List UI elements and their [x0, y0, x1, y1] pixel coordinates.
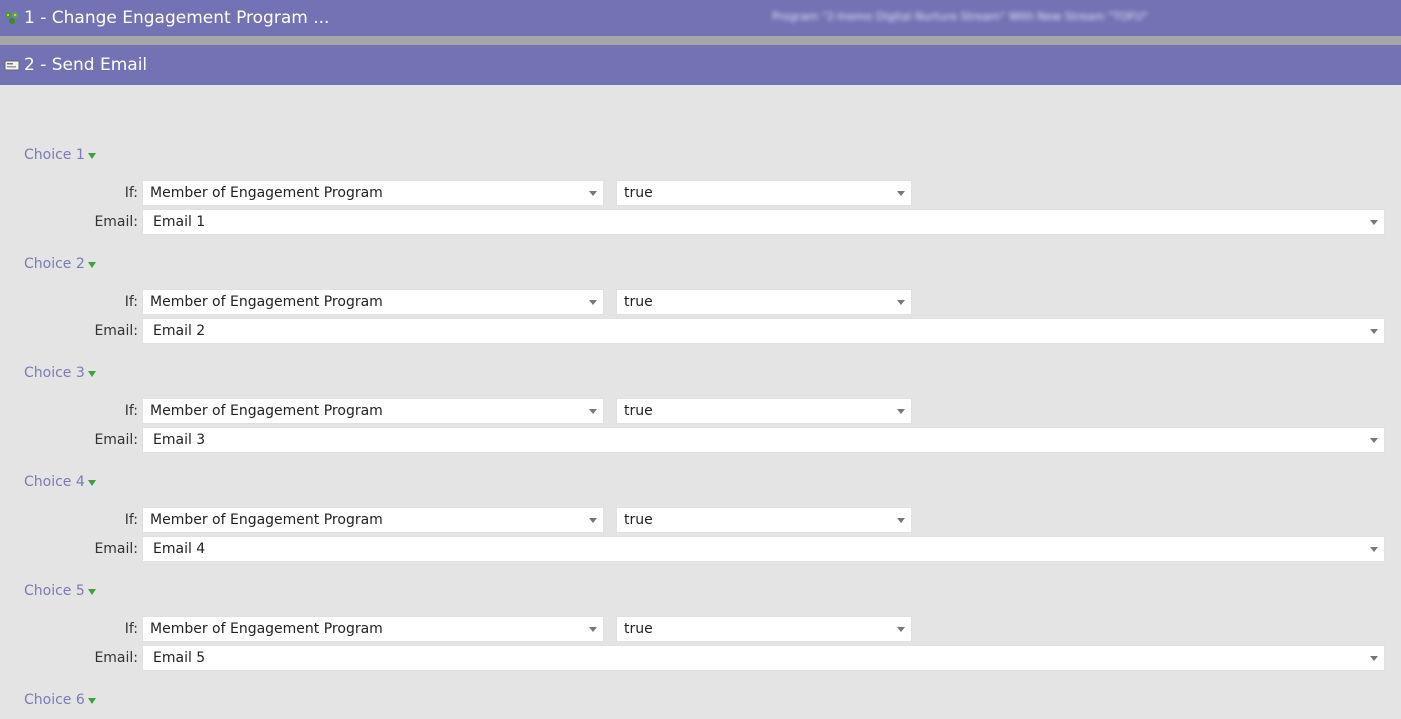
chevron-down-icon — [897, 191, 905, 196]
chevron-down-icon — [589, 518, 597, 523]
expand-triangle-icon — [87, 262, 96, 268]
choice-block: Choice 3 If: Member of Engagement Progra… — [24, 365, 1385, 474]
email-value: Email 5 — [153, 650, 206, 666]
choice-title: Choice 3 — [24, 365, 85, 381]
chevron-down-icon — [1370, 547, 1378, 552]
condition-value: Member of Engagement Program — [150, 512, 383, 528]
email-select[interactable]: Email 1 — [142, 209, 1385, 235]
chevron-down-icon — [1370, 438, 1378, 443]
condition-select[interactable]: Member of Engagement Program — [142, 398, 604, 424]
value-select[interactable]: true — [616, 289, 912, 315]
email-select[interactable]: Email 3 — [142, 427, 1385, 453]
choice-toggle[interactable]: Choice 1 — [24, 147, 96, 163]
condition-value: Member of Engagement Program — [150, 403, 383, 419]
chevron-down-icon — [589, 300, 597, 305]
expand-triangle-icon — [87, 480, 96, 486]
expand-triangle-icon — [87, 371, 96, 377]
condition-value: Member of Engagement Program — [150, 185, 383, 201]
condition-select[interactable]: Member of Engagement Program — [142, 289, 604, 315]
value-text: true — [624, 403, 653, 419]
email-value: Email 4 — [153, 541, 206, 557]
chevron-down-icon — [589, 409, 597, 414]
expand-triangle-icon — [87, 153, 96, 159]
email-value: Email 2 — [153, 323, 206, 339]
choice-toggle[interactable]: Choice 6 — [24, 692, 96, 708]
value-select[interactable]: true — [616, 398, 912, 424]
email-select[interactable]: Email 4 — [142, 536, 1385, 562]
choice-title: Choice 5 — [24, 583, 85, 599]
if-label: If: — [124, 185, 138, 201]
email-value: Email 3 — [153, 432, 206, 448]
choice-block: Choice 1 If: Member of Engagement Progra… — [24, 147, 1385, 256]
if-label: If: — [124, 621, 138, 637]
condition-select[interactable]: Member of Engagement Program — [142, 616, 604, 642]
email-value: Email 1 — [153, 214, 206, 230]
choice-title: Choice 4 — [24, 474, 85, 490]
choice-block: Choice 5 If: Member of Engagement Progra… — [24, 583, 1385, 692]
chevron-down-icon — [1370, 656, 1378, 661]
choice-block: Choice 6 — [24, 692, 1385, 716]
step-2-title: 2 - Send Email — [24, 55, 148, 75]
chevron-down-icon — [897, 518, 905, 523]
step-1-header[interactable]: 1 - Change Engagement Program ... Progra… — [0, 0, 1401, 36]
if-label: If: — [124, 512, 138, 528]
condition-select[interactable]: Member of Engagement Program — [142, 507, 604, 533]
email-select[interactable]: Email 5 — [142, 645, 1385, 671]
if-label: If: — [124, 403, 138, 419]
chevron-down-icon — [897, 627, 905, 632]
condition-value: Member of Engagement Program — [150, 621, 383, 637]
email-label: Email: — [94, 541, 138, 557]
chevron-down-icon — [897, 409, 905, 414]
condition-value: Member of Engagement Program — [150, 294, 383, 310]
condition-select[interactable]: Member of Engagement Program — [142, 180, 604, 206]
chevron-down-icon — [589, 191, 597, 196]
choice-toggle[interactable]: Choice 2 — [24, 256, 96, 272]
choice-toggle[interactable]: Choice 3 — [24, 365, 96, 381]
email-card-icon — [4, 57, 20, 73]
choice-block: Choice 4 If: Member of Engagement Progra… — [24, 474, 1385, 583]
email-label: Email: — [94, 650, 138, 666]
choice-toggle[interactable]: Choice 5 — [24, 583, 96, 599]
choice-toggle[interactable]: Choice 4 — [24, 474, 96, 490]
chevron-down-icon — [1370, 329, 1378, 334]
value-select[interactable]: true — [616, 507, 912, 533]
expand-triangle-icon — [87, 589, 96, 595]
email-select[interactable]: Email 2 — [142, 318, 1385, 344]
step-separator — [0, 36, 1401, 45]
value-select[interactable]: true — [616, 616, 912, 642]
value-text: true — [624, 621, 653, 637]
email-label: Email: — [94, 432, 138, 448]
choice-title: Choice 2 — [24, 256, 85, 272]
value-select[interactable]: true — [616, 180, 912, 206]
chevron-down-icon — [589, 627, 597, 632]
value-text: true — [624, 294, 653, 310]
choice-block: Choice 2 If: Member of Engagement Progra… — [24, 256, 1385, 365]
value-text: true — [624, 185, 653, 201]
email-label: Email: — [94, 214, 138, 230]
chevron-down-icon — [897, 300, 905, 305]
choice-title: Choice 6 — [24, 692, 85, 708]
choice-title: Choice 1 — [24, 147, 85, 163]
flowers-icon — [4, 10, 20, 26]
step-2-header[interactable]: 2 - Send Email — [0, 45, 1401, 85]
chevron-down-icon — [1370, 220, 1378, 225]
step-1-title: 1 - Change Engagement Program ... — [24, 8, 330, 28]
step-1-detail: Program "2-Inemo Digital Nurture Stream"… — [772, 10, 1149, 23]
if-label: If: — [124, 294, 138, 310]
email-label: Email: — [94, 323, 138, 339]
value-text: true — [624, 512, 653, 528]
expand-triangle-icon — [87, 698, 96, 704]
